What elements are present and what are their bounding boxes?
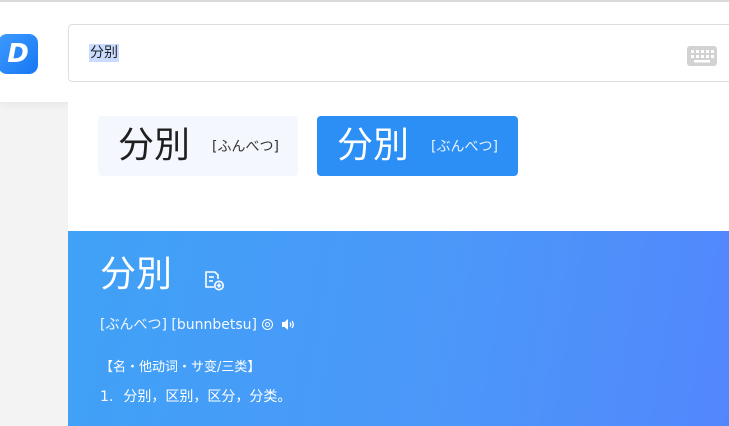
- keyboard-icon[interactable]: [687, 46, 717, 70]
- candidate-reading: [ふんべつ]: [212, 139, 279, 155]
- candidate-reading: [ぶんべつ]: [431, 139, 498, 155]
- app-logo[interactable]: D: [0, 34, 38, 74]
- circle-icon[interactable]: [261, 318, 273, 330]
- entry-detail-panel: 分別 [ぶんべつ] [bunnbetsu] 【名・他动词・サ变/三类】 1. 分别…: [68, 231, 729, 426]
- candidate-panel: 分別 [ふんべつ] 分別 [ぶんべつ]: [68, 102, 729, 231]
- candidate-card-fumbetsu[interactable]: 分別 [ふんべつ]: [98, 116, 298, 176]
- candidate-word: 分別: [118, 125, 191, 166]
- candidate-word: 分別: [337, 125, 410, 166]
- part-of-speech: 【名・他动词・サ变/三类】: [100, 360, 261, 375]
- header-bar: D 分别: [0, 2, 729, 102]
- app-logo-letter: D: [7, 39, 29, 69]
- candidate-card-bunbetsu-selected[interactable]: 分別 [ぶんべつ]: [317, 116, 518, 176]
- pronunciation-line: [ぶんべつ] [bunnbetsu]: [100, 314, 295, 334]
- definition-text: 分别，区别，区分，分类。: [123, 389, 292, 405]
- definition-number: 1.: [100, 389, 114, 405]
- search-input[interactable]: 分别: [68, 24, 729, 82]
- pronunciation-text: [ぶんべつ] [bunnbetsu]: [100, 317, 257, 333]
- add-to-notebook-icon[interactable]: [203, 270, 225, 296]
- entry-headword: 分別: [100, 254, 173, 295]
- search-query-text[interactable]: 分别: [89, 44, 119, 62]
- definition-item: 1. 分别，区别，区分，分类。: [100, 386, 291, 406]
- speaker-icon[interactable]: [281, 318, 295, 331]
